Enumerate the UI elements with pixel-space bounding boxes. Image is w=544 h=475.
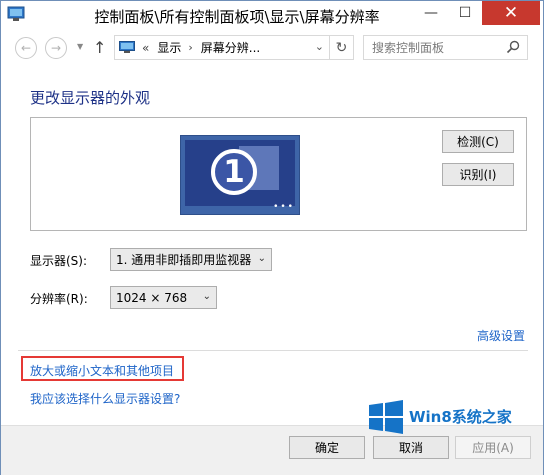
- chevron-right-icon[interactable]: ›: [188, 41, 192, 54]
- chevron-down-icon: ⌄: [257, 253, 266, 264]
- forward-button[interactable]: →: [45, 37, 67, 59]
- monitor-screen: 1: [185, 140, 295, 206]
- monitor-number: 1: [223, 154, 245, 190]
- screen-resolution-window: 控制面板\所有控制面板项\显示\屏幕分辨率 — ☐ ✕ ← → ▼ ↑ « 显示…: [0, 0, 544, 475]
- display-label: 显示器(S):: [30, 254, 88, 268]
- refresh-button[interactable]: ↻: [329, 36, 353, 59]
- monitor-dots: •••: [273, 202, 295, 212]
- ok-button[interactable]: 确定: [289, 436, 365, 459]
- zoom-text-link[interactable]: 放大或缩小文本和其他项目: [30, 362, 174, 379]
- breadcrumb-display[interactable]: 显示: [157, 39, 181, 56]
- close-button[interactable]: ✕: [482, 1, 540, 25]
- resolution-label: 分辨率(R):: [30, 292, 88, 306]
- watermark: Win8系统之家: [365, 399, 535, 435]
- minimize-button[interactable]: —: [414, 1, 448, 25]
- page-title: 更改显示器的外观: [30, 89, 151, 107]
- breadcrumb-overflow[interactable]: «: [142, 41, 149, 55]
- breadcrumb-screen-resolution[interactable]: 屏幕分辨...: [201, 39, 260, 56]
- windows-logo-icon: [369, 400, 403, 434]
- divider: [18, 350, 528, 351]
- resolution-select[interactable]: 1024 × 768 ⌄: [110, 286, 217, 309]
- watermark-text: Win8系统之家: [409, 408, 512, 426]
- advanced-settings-link[interactable]: 高级设置: [477, 327, 525, 344]
- display-select[interactable]: 1. 通用非即插即用监视器 ⌄: [110, 248, 272, 271]
- title-bar: 控制面板\所有控制面板项\显示\屏幕分辨率 — ☐ ✕: [1, 1, 543, 31]
- address-bar[interactable]: « 显示 › 屏幕分辨... ⌄ ↻: [114, 35, 354, 60]
- apply-button[interactable]: 应用(A): [455, 436, 531, 459]
- search-input[interactable]: 搜索控制面板: [363, 35, 528, 60]
- display-select-value: 1. 通用非即插即用监视器: [116, 253, 252, 267]
- chevron-down-icon: ⌄: [202, 291, 211, 302]
- detect-button[interactable]: 检测(C): [442, 130, 514, 153]
- monitor-preview-area: 1 ••• 检测(C) 识别(I): [30, 117, 527, 231]
- search-icon[interactable]: [506, 40, 520, 54]
- control-panel-icon: [119, 41, 135, 53]
- search-placeholder: 搜索控制面板: [372, 41, 445, 55]
- back-button[interactable]: ←: [15, 37, 37, 59]
- maximize-button[interactable]: ☐: [448, 1, 482, 25]
- display-settings-help-link[interactable]: 我应该选择什么显示器设置?: [30, 390, 180, 407]
- up-arrow-icon[interactable]: ↑: [93, 38, 106, 57]
- monitor-1[interactable]: 1 •••: [180, 135, 300, 215]
- resolution-select-value: 1024 × 768: [116, 290, 188, 305]
- cancel-button[interactable]: 取消: [373, 436, 449, 459]
- refresh-icon: ↻: [335, 39, 348, 56]
- arrow-left-icon: ←: [20, 41, 32, 55]
- chevron-down-icon[interactable]: ⌄: [315, 40, 324, 53]
- identify-button[interactable]: 识别(I): [442, 163, 514, 186]
- arrow-right-icon: →: [50, 41, 62, 55]
- recent-locations-chevron-icon[interactable]: ▼: [77, 42, 83, 51]
- navigation-bar: ← → ▼ ↑ « 显示 › 屏幕分辨... ⌄ ↻ 搜索控制面板: [1, 31, 543, 65]
- monitor-number-badge: 1: [211, 149, 257, 195]
